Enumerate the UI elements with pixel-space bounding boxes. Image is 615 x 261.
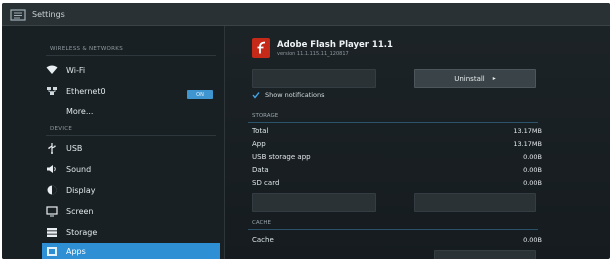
row-value: 13.17MB (513, 140, 542, 148)
storage-row-data: Data 0.00B (252, 166, 542, 177)
divider (248, 229, 538, 230)
sidebar-item-display[interactable]: Display (42, 180, 220, 200)
screen-icon (46, 205, 58, 217)
uninstall-label: Uninstall (454, 74, 485, 83)
row-value: 0.00B (523, 166, 542, 174)
row-value: 0.00B (523, 153, 542, 161)
sidebar-item-label: Display (66, 185, 96, 195)
section-header-wireless: WIRELESS & NETWORKS (50, 46, 123, 52)
clear-data-button[interactable] (252, 193, 376, 212)
row-label: Total (252, 127, 269, 135)
android-icon (46, 246, 58, 258)
storage-row-sd-card: SD card 0.00B (252, 179, 542, 190)
cache-row: Cache 0.00B (252, 236, 542, 247)
sidebar-item-label: Ethernet0 (66, 86, 106, 96)
clear-cache-button[interactable] (434, 250, 536, 259)
divider (248, 122, 538, 123)
cache-section-header: CACHE (252, 220, 271, 226)
sidebar-item-label: Screen (66, 206, 94, 216)
sidebar-item-wifi[interactable]: Wi-Fi (42, 60, 220, 80)
cursor-pointer-icon: ▸ (492, 75, 496, 82)
sidebar-item-label: USB (66, 143, 83, 153)
row-label: Cache (252, 236, 274, 244)
row-value: 0.00B (523, 179, 542, 187)
row-label: App (252, 140, 266, 148)
show-notifications-label: Show notifications (265, 91, 325, 99)
wifi-toggle[interactable]: ON (187, 90, 213, 99)
section-header-device: DEVICE (50, 126, 73, 132)
storage-row-usb-storage-app: USB storage app 0.00B (252, 153, 542, 164)
ethernet-icon (46, 85, 58, 97)
sidebar-item-screen[interactable]: Screen (42, 201, 220, 221)
flash-player-icon (252, 38, 270, 58)
row-value: 0.00B (523, 236, 542, 244)
row-label: Data (252, 166, 269, 174)
app-version: version 11.1.115.11_120817 (277, 51, 349, 57)
row-value: 13.17MB (513, 127, 542, 135)
sidebar-item-apps[interactable]: Apps (42, 243, 220, 259)
wifi-icon (46, 64, 58, 76)
sidebar-item-usb[interactable]: USB (42, 138, 220, 158)
sidebar-item-label: More... (66, 106, 94, 116)
storage-icon (46, 226, 58, 238)
usb-icon (46, 142, 58, 154)
window-title: Settings (32, 9, 65, 19)
speaker-icon (46, 163, 58, 175)
checkmark-icon (252, 91, 260, 99)
blank-icon (46, 105, 58, 117)
settings-screen: Settings WIRELESS & NETWORKS Wi-Fi Ether… (2, 3, 610, 259)
storage-section-header: STORAGE (252, 113, 279, 119)
storage-row-app: App 13.17MB (252, 140, 542, 151)
move-to-sd-button[interactable] (414, 193, 536, 212)
force-stop-button[interactable] (252, 69, 376, 88)
row-label: USB storage app (252, 153, 311, 161)
uninstall-button[interactable]: Uninstall ▸ (414, 69, 536, 88)
sidebar-item-label: Sound (66, 164, 92, 174)
sidebar-item-sound[interactable]: Sound (42, 159, 220, 179)
brightness-icon (46, 184, 58, 196)
divider (46, 135, 216, 136)
app-name: Adobe Flash Player 11.1 (277, 40, 393, 50)
storage-row-total: Total 13.17MB (252, 127, 542, 138)
row-label: SD card (252, 179, 280, 187)
sidebar-item-more[interactable]: More... (42, 101, 220, 121)
settings-sidebar: WIRELESS & NETWORKS Wi-Fi Ethernet0 More… (2, 26, 225, 259)
sidebar-item-label: Apps (66, 247, 86, 256)
title-bar: Settings (2, 3, 610, 26)
settings-icon (10, 7, 26, 21)
sidebar-item-label: Wi-Fi (66, 65, 86, 75)
sidebar-item-storage[interactable]: Storage (42, 222, 220, 242)
app-info-panel: Adobe Flash Player 11.1 version 11.1.115… (226, 26, 610, 259)
show-notifications-checkbox[interactable]: Show notifications (252, 91, 325, 99)
sidebar-item-label: Storage (66, 227, 98, 237)
divider (46, 55, 216, 56)
